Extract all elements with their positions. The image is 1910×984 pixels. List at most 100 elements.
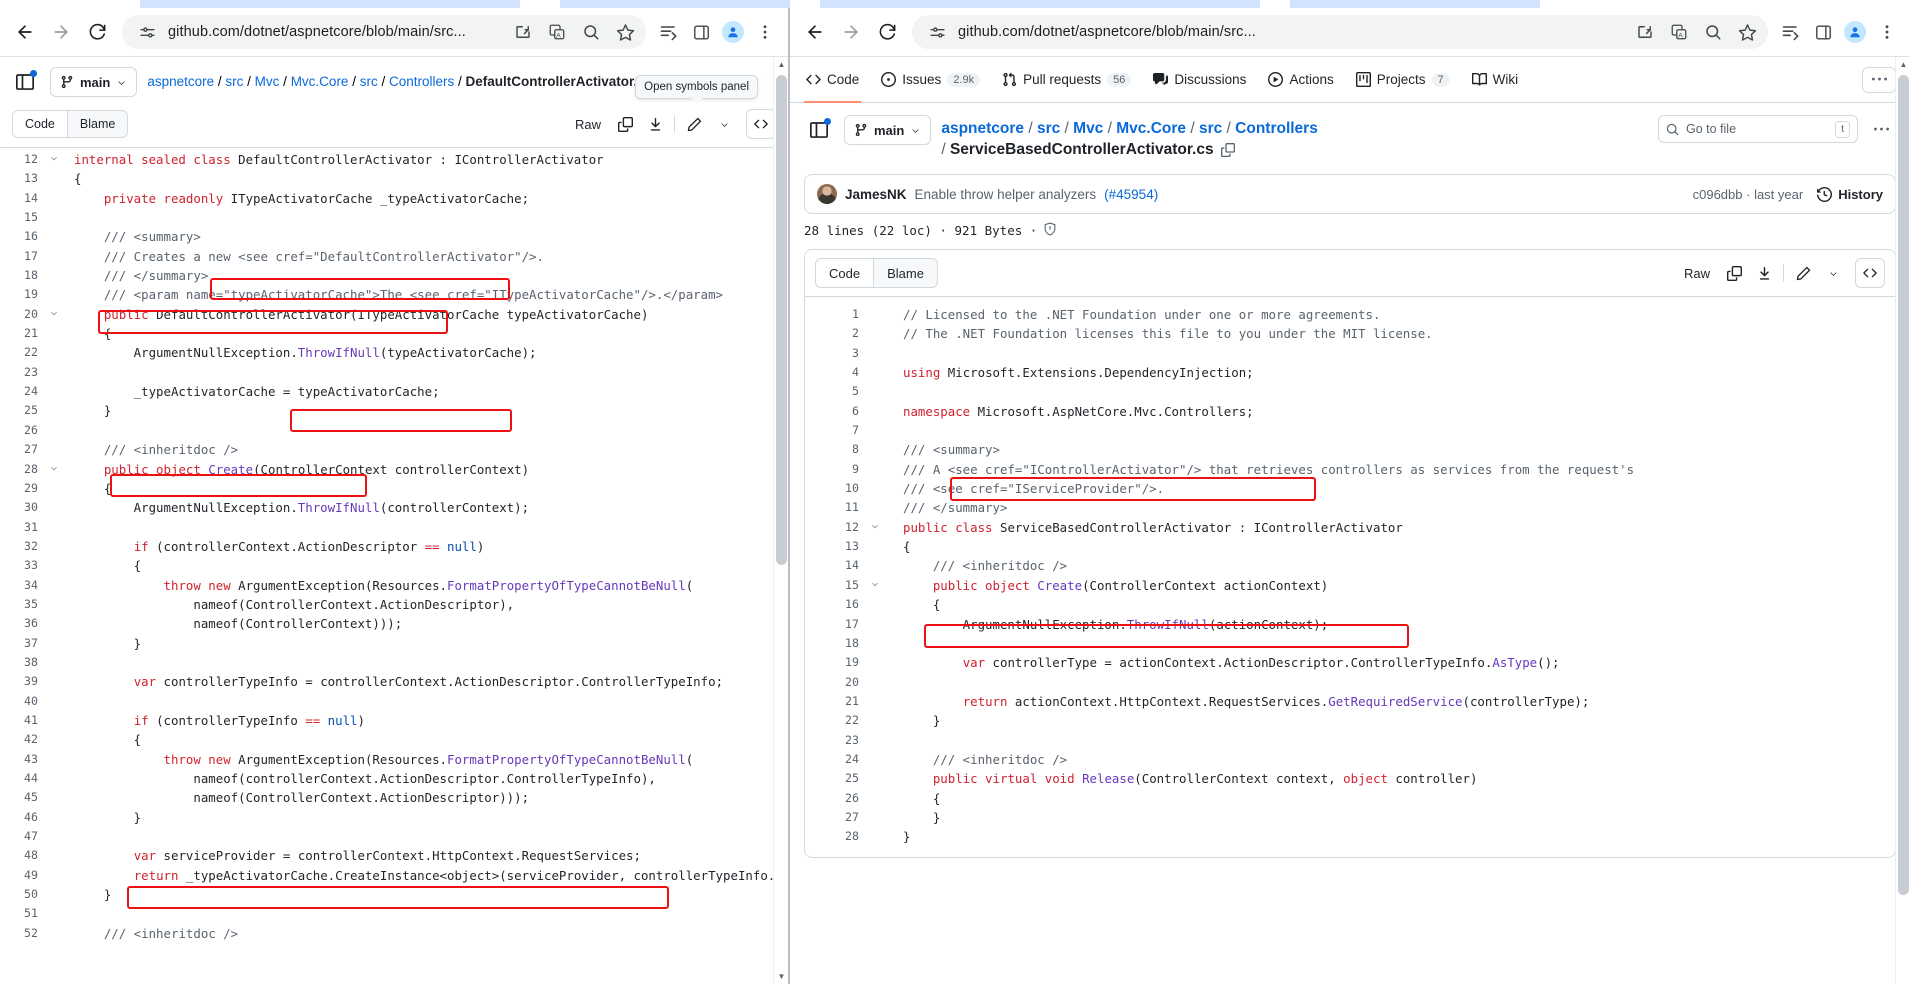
line-number: 28: [845, 829, 859, 844]
crumb-5[interactable]: Controllers: [1235, 120, 1318, 137]
scroll-down-icon[interactable]: ▼: [774, 969, 788, 984]
search-icon[interactable]: [1700, 19, 1726, 45]
chrome-menu-icon[interactable]: [1872, 17, 1902, 47]
crumb-3[interactable]: Mvc.Core: [291, 74, 349, 89]
crumb-1[interactable]: src: [225, 74, 243, 89]
nav-item-wiki[interactable]: Wiki: [1470, 57, 1521, 103]
branch-selector[interactable]: main: [844, 115, 932, 145]
chevron-down-icon[interactable]: [46, 305, 62, 324]
browser-tab-2[interactable]: [560, 0, 810, 8]
install-app-icon[interactable]: [1632, 19, 1658, 45]
crumb-4[interactable]: src: [1199, 120, 1222, 137]
branch-selector[interactable]: main: [50, 67, 138, 97]
edit-pencil-icon[interactable]: [1788, 258, 1818, 288]
tab-blame[interactable]: Blame: [874, 259, 937, 287]
go-to-file-input[interactable]: Go to file t: [1658, 115, 1858, 143]
left-browser-window: github.com/dotnet/aspnetcore/blob/main/s…: [0, 0, 810, 984]
chevron-down-icon[interactable]: [46, 460, 62, 479]
crumb-0[interactable]: aspnetcore: [147, 74, 214, 89]
nav-item-code[interactable]: Code: [804, 57, 862, 103]
reload-icon[interactable]: [80, 15, 114, 49]
raw-button[interactable]: Raw: [566, 109, 610, 139]
avatar[interactable]: [1840, 17, 1870, 47]
bookmark-star-icon[interactable]: [612, 19, 638, 45]
tab-blame[interactable]: Blame: [68, 111, 127, 137]
crumb-2[interactable]: Mvc: [255, 74, 280, 89]
back-icon[interactable]: [798, 15, 832, 49]
left-scrollbar[interactable]: ▲ ▼: [773, 57, 788, 984]
url-text: github.com/dotnet/aspnetcore/blob/main/s…: [958, 24, 1256, 40]
tab-code[interactable]: Code: [13, 111, 68, 137]
forward-icon[interactable]: [44, 15, 78, 49]
more-options-icon[interactable]: [1866, 115, 1896, 143]
raw-button[interactable]: Raw: [1675, 258, 1719, 288]
copy-icon[interactable]: [610, 109, 640, 139]
download-icon[interactable]: [1749, 258, 1779, 288]
side-panel-icon[interactable]: [1808, 17, 1838, 47]
crumb-3[interactable]: Mvc.Core: [1116, 120, 1186, 137]
chevron-down-icon[interactable]: [867, 576, 883, 595]
symbols-toggle-icon[interactable]: [746, 109, 776, 139]
copy-path-icon[interactable]: [1220, 143, 1235, 157]
avatar[interactable]: [718, 17, 748, 47]
address-bar[interactable]: github.com/dotnet/aspnetcore/blob/main/s…: [912, 15, 1768, 49]
side-panel-icon[interactable]: [686, 17, 716, 47]
chevron-down-icon[interactable]: [867, 518, 883, 537]
symbols-panel-icon[interactable]: [10, 67, 40, 97]
right-scroll-thumb[interactable]: [1898, 75, 1909, 895]
code-text: /// <inheritdoc />: [932, 751, 1068, 767]
crumb-5[interactable]: Controllers: [389, 74, 454, 89]
translate-icon[interactable]: A: [1666, 19, 1692, 45]
chrome-menu-icon[interactable]: [750, 17, 780, 47]
forward-icon[interactable]: [834, 15, 868, 49]
left-scroll-thumb[interactable]: [776, 75, 787, 565]
reload-icon[interactable]: [870, 15, 904, 49]
bookmark-star-icon[interactable]: [1734, 19, 1760, 45]
crumb-4[interactable]: src: [360, 74, 378, 89]
nav-item-pull-requests[interactable]: Pull requests 56: [1000, 57, 1133, 103]
shield-icon[interactable]: [1043, 222, 1057, 239]
crumb-2[interactable]: Mvc: [1073, 120, 1103, 137]
scroll-up-icon[interactable]: ▲: [1896, 57, 1910, 72]
history-button[interactable]: History: [1817, 187, 1883, 202]
code-line: 45 nameof(ControllerContext.ActionDescri…: [0, 788, 788, 807]
copy-icon[interactable]: [1719, 258, 1749, 288]
nav-item-projects[interactable]: Projects 7: [1354, 57, 1452, 103]
browser-tab-r1[interactable]: [820, 0, 1260, 8]
nav-item-issues[interactable]: Issues 2.9k: [879, 57, 982, 103]
edit-dropdown-icon[interactable]: [1818, 258, 1848, 288]
translate-icon[interactable]: A: [544, 19, 570, 45]
site-settings-icon[interactable]: [134, 19, 160, 45]
symbols-toggle-icon[interactable]: [1855, 258, 1885, 288]
edit-dropdown-icon[interactable]: [709, 109, 739, 139]
scroll-up-icon[interactable]: ▲: [774, 57, 788, 72]
reading-list-icon[interactable]: [1776, 17, 1806, 47]
left-code-area[interactable]: 12 internal sealed class DefaultControlle…: [0, 148, 788, 943]
tab-code[interactable]: Code: [816, 259, 875, 287]
symbols-panel-icon[interactable]: [804, 115, 834, 145]
reading-list-icon[interactable]: [654, 17, 684, 47]
right-scrollbar[interactable]: ▲: [1895, 57, 1910, 984]
commit-author[interactable]: JamesNK: [845, 187, 907, 202]
crumb-1[interactable]: src: [1037, 120, 1060, 137]
browser-tab-r2[interactable]: [1290, 0, 1540, 8]
chevron-down-icon[interactable]: [46, 150, 62, 169]
edit-pencil-icon[interactable]: [679, 109, 709, 139]
back-icon[interactable]: [8, 15, 42, 49]
install-app-icon[interactable]: [510, 19, 536, 45]
nav-item-actions[interactable]: Actions: [1266, 57, 1335, 103]
search-icon[interactable]: [578, 19, 604, 45]
commit-pr-link[interactable]: (#45954): [1104, 187, 1158, 202]
download-icon[interactable]: [640, 109, 670, 139]
commit-avatar[interactable]: [817, 184, 837, 204]
site-settings-icon[interactable]: [924, 19, 950, 45]
address-bar[interactable]: github.com/dotnet/aspnetcore/blob/main/s…: [122, 15, 646, 49]
commit-message[interactable]: Enable throw helper analyzers: [915, 187, 1097, 202]
nav-overflow-icon[interactable]: [1862, 66, 1896, 93]
commit-hash[interactable]: c096dbb: [1693, 187, 1743, 202]
crumb-0[interactable]: aspnetcore: [941, 120, 1024, 137]
right-code-area[interactable]: 1 // Licensed to the .NET Foundation unde…: [805, 297, 1895, 857]
browser-tab[interactable]: [140, 0, 520, 8]
nav-item-discussions[interactable]: Discussions: [1151, 57, 1248, 103]
